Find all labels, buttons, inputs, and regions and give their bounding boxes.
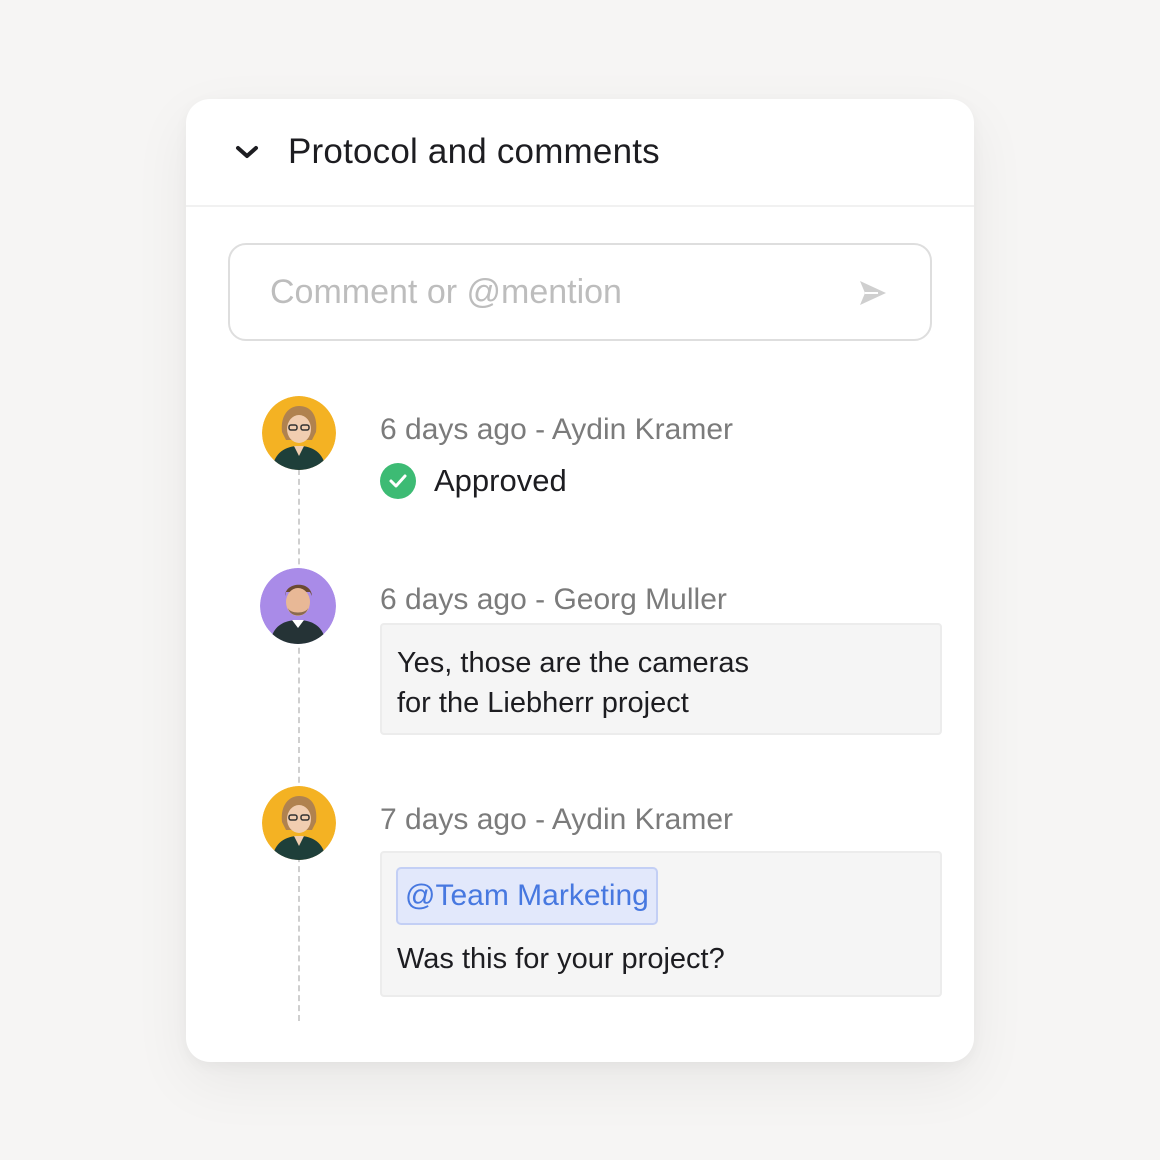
- comment-meta: 6 days ago - Aydin Kramer: [380, 413, 733, 447]
- comment-text-line: for the Liebherr project: [397, 687, 689, 719]
- protocol-comments-panel: Protocol and comments 6 days ago - Aydin…: [186, 99, 974, 1062]
- avatar[interactable]: [262, 786, 336, 860]
- comment-time: 7 days ago: [380, 803, 527, 836]
- send-icon[interactable]: [858, 279, 888, 307]
- status-text: Approved: [434, 463, 567, 498]
- comment-bubble: @Team Marketing Was this for your projec…: [380, 851, 942, 997]
- comment-bubble: Yes, those are the cameras for the Liebh…: [380, 623, 942, 735]
- comment-author: Aydin Kramer: [551, 803, 733, 836]
- panel-title: Protocol and comments: [288, 132, 660, 171]
- comment-author: Aydin Kramer: [551, 413, 733, 446]
- meta-separator: -: [535, 803, 546, 836]
- timeline-line: [298, 469, 300, 1021]
- comment-meta: 6 days ago - Georg Muller: [380, 583, 727, 617]
- chevron-down-icon[interactable]: [232, 137, 262, 167]
- mention-tag[interactable]: @Team Marketing: [396, 867, 658, 925]
- comment-box[interactable]: [228, 243, 932, 341]
- meta-separator: -: [535, 583, 546, 616]
- comment-time: 6 days ago: [380, 583, 527, 616]
- comment-meta: 7 days ago - Aydin Kramer: [380, 803, 733, 837]
- check-circle-icon: [380, 463, 416, 499]
- meta-separator: -: [535, 413, 546, 446]
- status-row: Approved: [380, 463, 567, 499]
- avatar[interactable]: [260, 568, 336, 644]
- panel-header[interactable]: Protocol and comments: [186, 99, 974, 207]
- avatar[interactable]: [262, 396, 336, 470]
- comment-text: Was this for your project?: [397, 943, 725, 975]
- comment-author: Georg Muller: [553, 583, 727, 616]
- comment-time: 6 days ago: [380, 413, 527, 446]
- comment-text-line: Yes, those are the cameras: [397, 647, 749, 679]
- comment-input[interactable]: [270, 245, 830, 339]
